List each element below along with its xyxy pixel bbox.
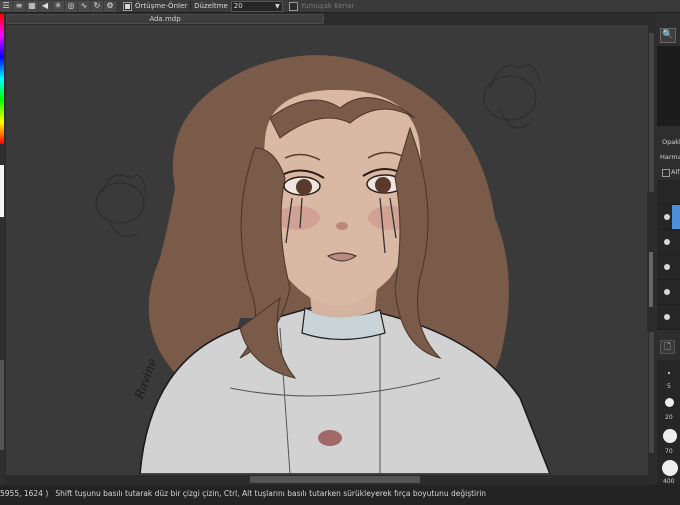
menu-icon[interactable]: ☰ <box>0 0 12 12</box>
layer-row[interactable] <box>657 305 680 330</box>
overlap-label: Örtüşme-Önler <box>135 2 188 10</box>
layer-row[interactable] <box>657 180 680 205</box>
concentric-circles-icon[interactable]: ◎ <box>65 0 77 12</box>
left-panel-scrollbar[interactable] <box>0 360 4 450</box>
layer-row[interactable] <box>657 280 680 305</box>
top-toolbar: ☰ ≡ ▦ ◀ ✳ ◎ ∿ ↻ ⚙ Örtüşme-Önler Düzeltme… <box>0 0 680 13</box>
overlap-checkbox[interactable] <box>123 1 132 11</box>
brush-size-dot[interactable] <box>665 398 674 407</box>
eye-icon[interactable] <box>664 289 670 295</box>
correction-select[interactable]: 20 ▼ <box>230 0 283 12</box>
brush-size-dot[interactable] <box>668 372 670 374</box>
zoom-icon[interactable]: 🔍 <box>660 28 676 43</box>
burst-icon[interactable]: ✳ <box>52 0 64 12</box>
scroll-thumb[interactable] <box>649 252 653 307</box>
new-layer-icon[interactable]: 🗋 <box>660 340 675 354</box>
brush-size-dot[interactable] <box>663 429 677 443</box>
gear-icon[interactable]: ⚙ <box>104 0 116 12</box>
brush-size-label: 5 <box>667 383 671 390</box>
tab-document[interactable]: Ada.mdp <box>6 14 324 24</box>
correction-value: 20 <box>233 1 243 10</box>
eye-icon[interactable] <box>664 314 670 320</box>
curve-icon[interactable]: ∿ <box>78 0 90 12</box>
soft-edge-label: Yumuşak Kenar <box>300 2 355 10</box>
layer-scrollbar[interactable] <box>647 192 655 332</box>
drawing-canvas[interactable]: Ravine <box>80 28 572 474</box>
correction-label: Düzeltme <box>194 2 228 10</box>
blood-stain <box>318 430 342 446</box>
toolbar-divider <box>190 1 192 11</box>
navigator-preview <box>657 46 680 126</box>
layer-row[interactable] <box>657 255 680 280</box>
brush-size-label: 20 <box>665 414 673 421</box>
hue-palette[interactable] <box>0 14 4 144</box>
opacity-label: Opakl <box>662 138 680 146</box>
blend-label: Harma <box>660 153 680 161</box>
soft-edge-checkbox[interactable] <box>288 1 298 11</box>
color-swatch[interactable] <box>0 165 4 217</box>
brush-size-dot[interactable] <box>662 460 678 476</box>
brush-size-label: 400 <box>663 478 675 485</box>
alpha-checkbox[interactable] <box>662 169 670 177</box>
chevron-down-icon: ▼ <box>275 2 280 10</box>
cursor-coordinates: 5955, 1624 ) <box>0 489 49 498</box>
portrait-artwork <box>95 55 551 474</box>
layer-row[interactable] <box>657 230 680 255</box>
brush-size-label: 70 <box>665 448 673 455</box>
alpha-label: Alf <box>671 168 680 176</box>
status-text: 5955, 1624 ) Shift tuşunu basılı tutarak… <box>0 489 486 498</box>
arrow-left-icon[interactable]: ◀ <box>39 0 51 12</box>
grid-icon[interactable]: ▦ <box>26 0 38 12</box>
layers-icon[interactable]: ≡ <box>13 0 25 12</box>
rotate-icon[interactable]: ↻ <box>91 0 103 12</box>
canvas-horizontal-scrollbar[interactable] <box>6 475 648 484</box>
scroll-thumb[interactable] <box>250 476 420 483</box>
status-hint: Shift tuşunu basılı tutarak düz bir çizg… <box>55 489 487 498</box>
eye-icon[interactable] <box>664 214 670 220</box>
nose <box>336 222 348 230</box>
eye-icon[interactable] <box>664 264 670 270</box>
eye-icon[interactable] <box>664 239 670 245</box>
layer-selected-indicator <box>672 205 680 229</box>
